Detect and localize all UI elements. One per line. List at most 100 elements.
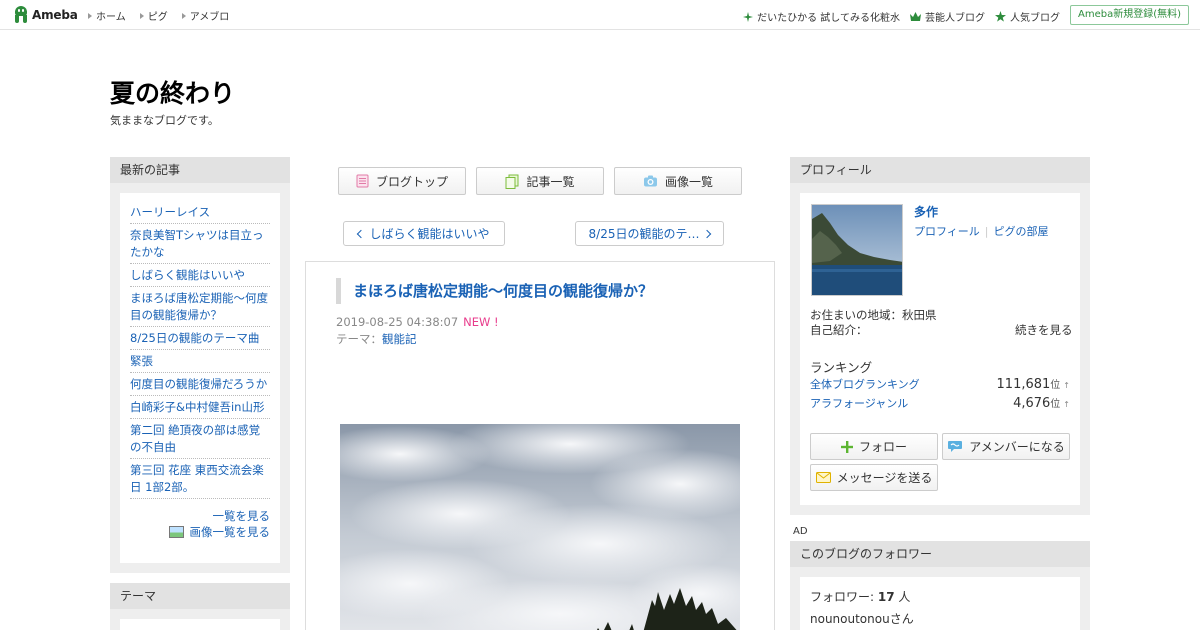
recent-article-link[interactable]: 白崎彩子&中村健吾in山形 — [130, 399, 270, 416]
list-item: 第二回 絶頂夜の部は感覚の不自由 — [130, 419, 270, 459]
ameba-mascot-icon — [13, 6, 29, 24]
theme-heading: テーマ — [110, 583, 290, 609]
article-theme: テーマ：観能記 — [336, 331, 417, 347]
list-item: 奈良美智Tシャツは目立ったかな — [130, 224, 270, 264]
next-article-button[interactable]: 8/25日の観能のテ… — [575, 221, 724, 246]
ranking-value-overall: 111,681位 ↑ — [997, 376, 1070, 392]
nav-pigg[interactable]: ピグ — [139, 8, 168, 23]
blog-top-button[interactable]: ブログトップ — [338, 167, 466, 195]
article-date: 2019-08-25 04:38:07 NEW ! — [336, 315, 499, 329]
prev-article-label: しばらく観能はいいや — [369, 227, 490, 241]
crown-icon — [910, 12, 921, 21]
ranking-heading: ランキング — [810, 360, 873, 375]
ranking-link-overall[interactable]: 全体ブログランキング — [810, 376, 920, 392]
prev-article-button[interactable]: しばらく観能はいいや — [343, 221, 505, 246]
article-timestamp: 2019-08-25 04:38:07 — [336, 315, 459, 329]
theme-link[interactable]: 観能記 — [382, 332, 417, 346]
article-title[interactable]: まほろば唐松定期能〜何度目の観能復帰か？ — [336, 278, 736, 304]
pigg-room-link[interactable]: ピグの部屋 — [994, 225, 1049, 238]
article-list-button[interactable]: 記事一覧 — [476, 167, 604, 195]
divider: | — [984, 225, 989, 238]
follower-count: フォロワー: 17 人 — [810, 588, 910, 605]
camera-icon — [643, 175, 657, 187]
see-all-link[interactable]: 一覧を見る — [130, 508, 271, 524]
profile-name[interactable]: 多作 — [914, 203, 938, 220]
recent-article-link[interactable]: 何度目の観能復帰だろうか — [130, 376, 270, 393]
chevron-left-icon — [357, 229, 366, 238]
see-images-label: 画像一覧を見る — [189, 525, 271, 539]
recent-articles-heading: 最新の記事 — [110, 157, 290, 183]
cloudy-sky-photo — [340, 424, 740, 630]
island-photo — [812, 205, 902, 295]
header-link-popular[interactable]: 人気ブログ — [995, 9, 1060, 24]
recent-articles-panel: ハーリーレイス 奈良美智Tシャツは目立ったかな しばらく観能はいいや まほろば唐… — [120, 193, 280, 563]
follower-name[interactable]: nounoutonouさん — [810, 610, 914, 627]
list-item: 緊張 — [130, 350, 270, 373]
blog-title[interactable]: 夏の終わり — [110, 74, 235, 110]
see-images-link[interactable]: 画像一覧を見る — [130, 524, 270, 540]
register-button[interactable]: Ameba新規登録(無料) — [1069, 5, 1189, 25]
follower-count-label: フォロワー: — [810, 590, 878, 604]
continue-reading-link[interactable]: 続きを見る — [1015, 322, 1073, 338]
image-list-button[interactable]: 画像一覧 — [614, 167, 742, 195]
list-item: 8/25日の観能のテーマ曲 — [130, 327, 270, 350]
header-link-label: 人気ブログ — [1010, 13, 1060, 24]
list-item: まほろば唐松定期能〜何度目の観能復帰か？ — [130, 287, 270, 327]
triangle-right-icon — [181, 12, 186, 19]
follow-button[interactable]: フォロー — [810, 433, 938, 460]
image-icon — [168, 526, 184, 538]
blog-description: 気ままなブログです。 — [110, 114, 219, 127]
header-link-promo[interactable]: だいたひかる 試してみる化粧水 — [743, 9, 900, 24]
recent-article-link[interactable]: しばらく観能はいいや — [130, 267, 270, 284]
ranking-value-genre: 4,676位 ↑ — [1013, 395, 1070, 411]
profile-residence: お住まいの地域：秋田県 — [810, 308, 937, 322]
amember-button[interactable]: アメンバーになる — [942, 433, 1070, 460]
nav-label: アメブロ — [189, 12, 230, 23]
ad-label: AD — [793, 526, 808, 537]
notebook-icon — [356, 174, 369, 188]
profile-photo[interactable] — [811, 204, 903, 296]
image-list-label: 画像一覧 — [664, 174, 713, 189]
list-item: 何度目の観能復帰だろうか — [130, 373, 270, 396]
arrow-up-icon: ↑ — [1063, 400, 1070, 409]
recent-more-links: 一覧を見る 画像一覧を見る — [130, 508, 270, 540]
list-item: 白崎彩子&中村健吾in山形 — [130, 396, 270, 419]
recent-article-link[interactable]: ハーリーレイス — [130, 204, 270, 221]
ameba-logo[interactable]: Ameba — [13, 5, 78, 25]
blog-top-label: ブログトップ — [375, 174, 448, 189]
header-links: だいたひかる 試してみる化粧水 芸能人ブログ 人気ブログ — [743, 9, 1060, 24]
star-icon — [995, 11, 1006, 22]
send-message-label: メッセージを送る — [836, 471, 933, 485]
send-message-button[interactable]: メッセージを送る — [810, 464, 938, 491]
ranking-row-overall: 全体ブログランキング 111,681位 ↑ — [810, 376, 1070, 392]
header-link-label: だいたひかる 試してみる化粧水 — [757, 13, 900, 24]
recent-article-link[interactable]: 8/25日の観能のテーマ曲 — [130, 330, 270, 347]
profile-links: プロフィール | ピグの部屋 — [914, 223, 1049, 239]
recent-article-link[interactable]: まほろば唐松定期能〜何度目の観能復帰か？ — [130, 290, 270, 324]
list-item: しばらく観能はいいや — [130, 264, 270, 287]
nav-label: ホーム — [96, 12, 126, 23]
follower-count-unit: 人 — [894, 590, 911, 604]
recent-article-link[interactable]: 第二回 絶頂夜の部は感覚の不自由 — [130, 422, 270, 456]
article-list-label: 記事一覧 — [526, 174, 575, 189]
ranking-link-genre[interactable]: アラフォージャンル — [810, 395, 908, 411]
nav-home[interactable]: ホーム — [88, 8, 126, 23]
envelope-icon — [815, 472, 831, 483]
profile-intro-label: 自己紹介： — [810, 323, 868, 337]
article-photo[interactable] — [340, 424, 740, 630]
triangle-right-icon — [139, 12, 144, 19]
followers-heading: このブログのフォロワー — [790, 541, 1090, 567]
recent-articles-box: 最新の記事 ハーリーレイス 奈良美智Tシャツは目立ったかな しばらく観能はいいや… — [110, 157, 290, 573]
recent-article-link[interactable]: 奈良美智Tシャツは目立ったかな — [130, 227, 270, 261]
nav-ameblo[interactable]: アメブロ — [181, 8, 230, 23]
recent-article-link[interactable]: 第三回 花座 東西交流会楽日 1部2部。 — [130, 462, 270, 496]
header-link-celebrity[interactable]: 芸能人ブログ — [910, 9, 985, 24]
profile-link[interactable]: プロフィール — [914, 225, 980, 238]
theme-box: テーマ — [110, 583, 290, 630]
recent-article-link[interactable]: 緊張 — [130, 353, 270, 370]
ranking-row-genre: アラフォージャンル 4,676位 ↑ — [810, 395, 1070, 411]
profile-heading: プロフィール — [790, 157, 1090, 183]
theme-panel — [120, 619, 280, 630]
global-header: Ameba ホーム ピグ アメブロ だいたひかる 試してみる化粧水 芸能人ブログ… — [0, 0, 1200, 30]
logo-text: Ameba — [32, 8, 78, 22]
